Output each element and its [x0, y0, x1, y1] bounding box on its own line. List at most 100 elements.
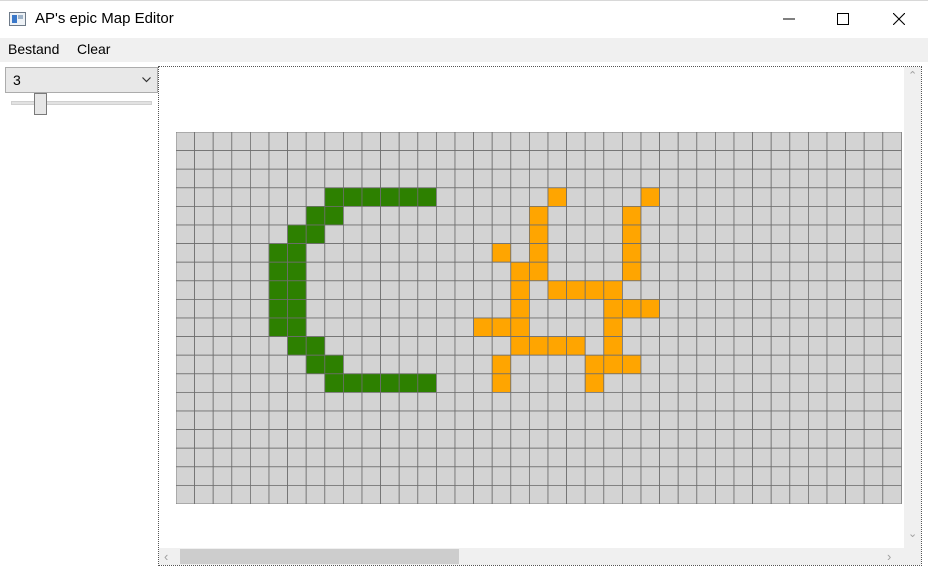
- map-tile[interactable]: [268, 317, 289, 338]
- map-tile[interactable]: [621, 391, 642, 412]
- map-tile[interactable]: [361, 206, 382, 226]
- map-tile[interactable]: [845, 336, 865, 356]
- map-tile[interactable]: [584, 336, 605, 356]
- map-tile[interactable]: [584, 447, 605, 468]
- map-tile[interactable]: [863, 298, 884, 319]
- map-tile[interactable]: [250, 391, 270, 412]
- map-tile[interactable]: [789, 206, 809, 226]
- scroll-right-icon[interactable]: ›: [887, 549, 891, 564]
- map-tile[interactable]: [547, 484, 568, 504]
- map-tile[interactable]: [733, 280, 754, 300]
- map-tile[interactable]: [659, 280, 679, 300]
- map-tile[interactable]: [659, 187, 679, 207]
- map-tile[interactable]: [584, 354, 605, 375]
- map-tile[interactable]: [659, 206, 679, 226]
- map-tile[interactable]: [715, 298, 735, 319]
- map-tile[interactable]: [882, 224, 902, 245]
- map-tile[interactable]: [677, 410, 698, 431]
- map-tile[interactable]: [324, 484, 344, 504]
- map-tile[interactable]: [398, 224, 419, 245]
- map-tile[interactable]: [752, 336, 772, 356]
- map-tile[interactable]: [361, 280, 382, 300]
- map-tile[interactable]: [473, 187, 493, 207]
- map-tile[interactable]: [752, 373, 772, 393]
- map-tile[interactable]: [528, 317, 549, 338]
- map-tile[interactable]: [417, 206, 437, 226]
- map-tile[interactable]: [287, 391, 307, 412]
- map-tile[interactable]: [454, 280, 475, 300]
- map-tile[interactable]: [863, 187, 884, 207]
- map-tile[interactable]: [770, 466, 791, 486]
- map-tile[interactable]: [305, 298, 326, 319]
- map-tile[interactable]: [882, 298, 902, 319]
- map-tile[interactable]: [547, 447, 568, 468]
- map-tile[interactable]: [715, 243, 735, 263]
- map-tile[interactable]: [640, 429, 661, 449]
- map-tile[interactable]: [715, 187, 735, 207]
- map-tile[interactable]: [826, 150, 847, 170]
- map-tile[interactable]: [231, 391, 251, 412]
- map-tile[interactable]: [752, 243, 772, 263]
- map-tile[interactable]: [342, 373, 363, 393]
- map-tile[interactable]: [231, 206, 251, 226]
- map-tile[interactable]: [566, 280, 586, 300]
- map-tile[interactable]: [212, 224, 233, 245]
- map-tile[interactable]: [194, 224, 214, 245]
- map-tile[interactable]: [584, 150, 605, 170]
- map-tile[interactable]: [417, 261, 437, 282]
- map-tile[interactable]: [287, 298, 307, 319]
- map-tile[interactable]: [528, 132, 549, 152]
- map-tile[interactable]: [176, 298, 196, 319]
- map-tile[interactable]: [826, 410, 847, 431]
- map-tile[interactable]: [677, 168, 698, 189]
- map-tile[interactable]: [826, 298, 847, 319]
- map-tile[interactable]: [342, 243, 363, 263]
- map-tile[interactable]: [287, 150, 307, 170]
- map-tile[interactable]: [473, 317, 493, 338]
- map-tile[interactable]: [212, 391, 233, 412]
- map-tile[interactable]: [176, 410, 196, 431]
- map-tile[interactable]: [640, 132, 661, 152]
- map-tile[interactable]: [659, 466, 679, 486]
- map-tile[interactable]: [621, 410, 642, 431]
- map-tile[interactable]: [659, 261, 679, 282]
- map-tile[interactable]: [677, 280, 698, 300]
- map-tile[interactable]: [845, 150, 865, 170]
- map-tile[interactable]: [547, 429, 568, 449]
- map-tile[interactable]: [808, 484, 828, 504]
- map-tile[interactable]: [305, 150, 326, 170]
- map-tile[interactable]: [659, 150, 679, 170]
- map-tile[interactable]: [361, 391, 382, 412]
- map-tile[interactable]: [547, 243, 568, 263]
- map-tile[interactable]: [659, 373, 679, 393]
- map-tile[interactable]: [268, 150, 289, 170]
- map-tile[interactable]: [863, 373, 884, 393]
- map-tile[interactable]: [194, 410, 214, 431]
- map-tile[interactable]: [770, 429, 791, 449]
- map-tile[interactable]: [473, 280, 493, 300]
- map-tile[interactable]: [380, 261, 400, 282]
- map-tile[interactable]: [845, 373, 865, 393]
- map-tile[interactable]: [380, 484, 400, 504]
- map-tile[interactable]: [863, 317, 884, 338]
- map-tile[interactable]: [752, 317, 772, 338]
- map-tile[interactable]: [417, 243, 437, 263]
- map-tile[interactable]: [863, 484, 884, 504]
- map-tile[interactable]: [361, 261, 382, 282]
- map-tile[interactable]: [342, 429, 363, 449]
- map-tile[interactable]: [603, 168, 623, 189]
- map-tile[interactable]: [268, 187, 289, 207]
- map-tile[interactable]: [863, 447, 884, 468]
- map-tile[interactable]: [621, 447, 642, 468]
- map-tile[interactable]: [528, 466, 549, 486]
- map-tile[interactable]: [584, 317, 605, 338]
- map-tile[interactable]: [510, 354, 530, 375]
- map-tile[interactable]: [640, 187, 661, 207]
- map-tile[interactable]: [491, 466, 512, 486]
- map-tile[interactable]: [603, 354, 623, 375]
- map-tile[interactable]: [324, 447, 344, 468]
- map-tile[interactable]: [752, 484, 772, 504]
- map-tile[interactable]: [659, 168, 679, 189]
- map-tile[interactable]: [621, 206, 642, 226]
- map-tile[interactable]: [677, 373, 698, 393]
